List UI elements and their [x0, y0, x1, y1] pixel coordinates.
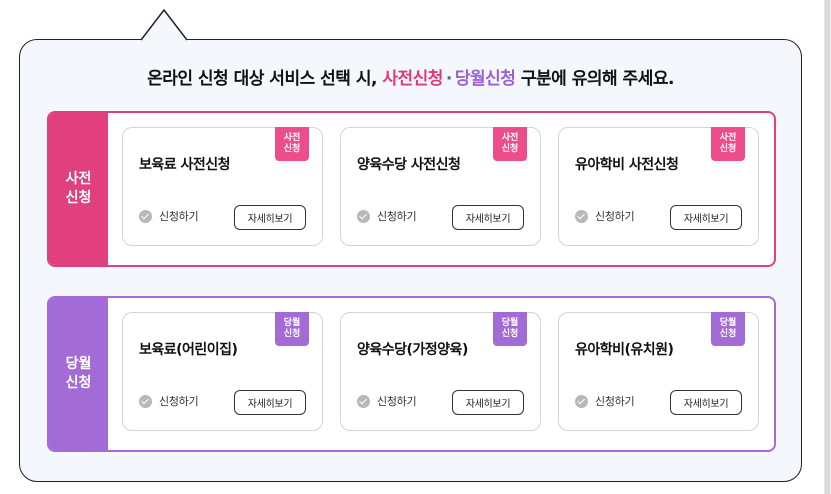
notice-headline: 온라인 신청 대상 서비스 선택 시, 사전신청 · 당월신청 구분에 유의해 주세… [20, 64, 801, 89]
badge-line1: 사전 [719, 133, 737, 143]
apply-label: 신청하기 [377, 210, 417, 223]
card-title: 양육수당(가정양육) [357, 342, 468, 358]
badge-line1: 당월 [719, 318, 737, 328]
group-label-same: 당월 신청 [49, 298, 108, 450]
card-badge: 당월 신청 [711, 312, 745, 346]
headline-same-word: 당월신청 [454, 69, 516, 89]
card-badge: 사전 신청 [711, 127, 745, 161]
badge-line2: 신청 [501, 329, 519, 339]
apply-link[interactable]: 신청하기 [575, 208, 635, 224]
service-card: 당월 신청 양육수당(가정양육) 신청하기 자세히보기 [340, 312, 541, 431]
group-label-line2: 신청 [65, 190, 92, 206]
card-badge: 당월 신청 [493, 312, 527, 346]
apply-label: 신청하기 [595, 395, 635, 408]
check-circle-icon [575, 394, 588, 408]
speech-bubble-panel: 온라인 신청 대상 서비스 선택 시, 사전신청 · 당월신청 구분에 유의해 주세… [19, 39, 802, 482]
headline-text-end: 구분에 유의해 주세요. [515, 69, 675, 89]
view-details-button[interactable]: 자세히보기 [234, 205, 306, 230]
pre-application-group: 사전 신청 사전 신청 보육료 사전신청 신청하기 자세히보기 사전 신청 양육… [47, 111, 776, 267]
service-card: 사전 신청 양육수당 사전신청 신청하기 자세히보기 [340, 127, 541, 246]
view-details-button[interactable]: 자세히보기 [670, 205, 742, 230]
current-month-application-group: 당월 신청 당월 신청 보육료(어린이집) 신청하기 자세히보기 당월 신청 양… [47, 296, 776, 452]
check-circle-icon [357, 209, 370, 223]
group-label-line1: 사전 [65, 171, 92, 187]
view-details-button[interactable]: 자세히보기 [670, 390, 742, 415]
apply-link[interactable]: 신청하기 [139, 208, 199, 224]
badge-line2: 신청 [283, 144, 301, 154]
badge-line1: 당월 [501, 318, 519, 328]
badge-line1: 당월 [283, 318, 301, 328]
scrollbar-track[interactable] [824, 0, 831, 494]
view-details-button[interactable]: 자세히보기 [452, 390, 524, 415]
badge-line1: 사전 [283, 133, 301, 143]
group-label-line2: 신청 [65, 375, 92, 391]
card-badge: 사전 신청 [493, 127, 527, 161]
headline-text-start: 온라인 신청 대상 서비스 선택 시, [147, 69, 383, 89]
apply-label: 신청하기 [377, 395, 417, 408]
card-title: 유아학비 사전신청 [575, 157, 679, 173]
badge-line1: 사전 [501, 133, 519, 143]
headline-dot: · [445, 69, 452, 89]
check-circle-icon [357, 394, 370, 408]
apply-link[interactable]: 신청하기 [139, 393, 199, 409]
card-title: 보육료(어린이집) [139, 342, 238, 358]
apply-label: 신청하기 [159, 210, 199, 223]
check-circle-icon [575, 209, 588, 223]
card-badge: 사전 신청 [275, 127, 309, 161]
check-circle-icon [139, 209, 152, 223]
view-details-button[interactable]: 자세히보기 [234, 390, 306, 415]
apply-link[interactable]: 신청하기 [357, 208, 417, 224]
service-card: 당월 신청 보육료(어린이집) 신청하기 자세히보기 [122, 312, 323, 431]
service-card: 사전 신청 유아학비 사전신청 신청하기 자세히보기 [558, 127, 759, 246]
card-title: 보육료 사전신청 [139, 157, 231, 173]
card-badge: 당월 신청 [275, 312, 309, 346]
service-card: 사전 신청 보육료 사전신청 신청하기 자세히보기 [122, 127, 323, 246]
headline-pre-word: 사전신청 [382, 69, 443, 89]
card-title: 유아학비(유치원) [575, 342, 674, 358]
apply-link[interactable]: 신청하기 [357, 393, 417, 409]
apply-link[interactable]: 신청하기 [575, 393, 635, 409]
badge-line2: 신청 [719, 329, 737, 339]
apply-label: 신청하기 [159, 395, 199, 408]
service-card: 당월 신청 유아학비(유치원) 신청하기 자세히보기 [558, 312, 759, 431]
speech-bubble-tail [141, 9, 187, 41]
scrollbar-thumb[interactable] [825, 0, 830, 494]
check-circle-icon [139, 394, 152, 408]
group-label-line1: 당월 [65, 356, 92, 372]
view-details-button[interactable]: 자세히보기 [452, 205, 524, 230]
apply-label: 신청하기 [595, 210, 635, 223]
group-label-pre: 사전 신청 [49, 113, 108, 265]
badge-line2: 신청 [501, 144, 519, 154]
badge-line2: 신청 [283, 329, 301, 339]
badge-line2: 신청 [719, 144, 737, 154]
card-title: 양육수당 사전신청 [357, 157, 461, 173]
